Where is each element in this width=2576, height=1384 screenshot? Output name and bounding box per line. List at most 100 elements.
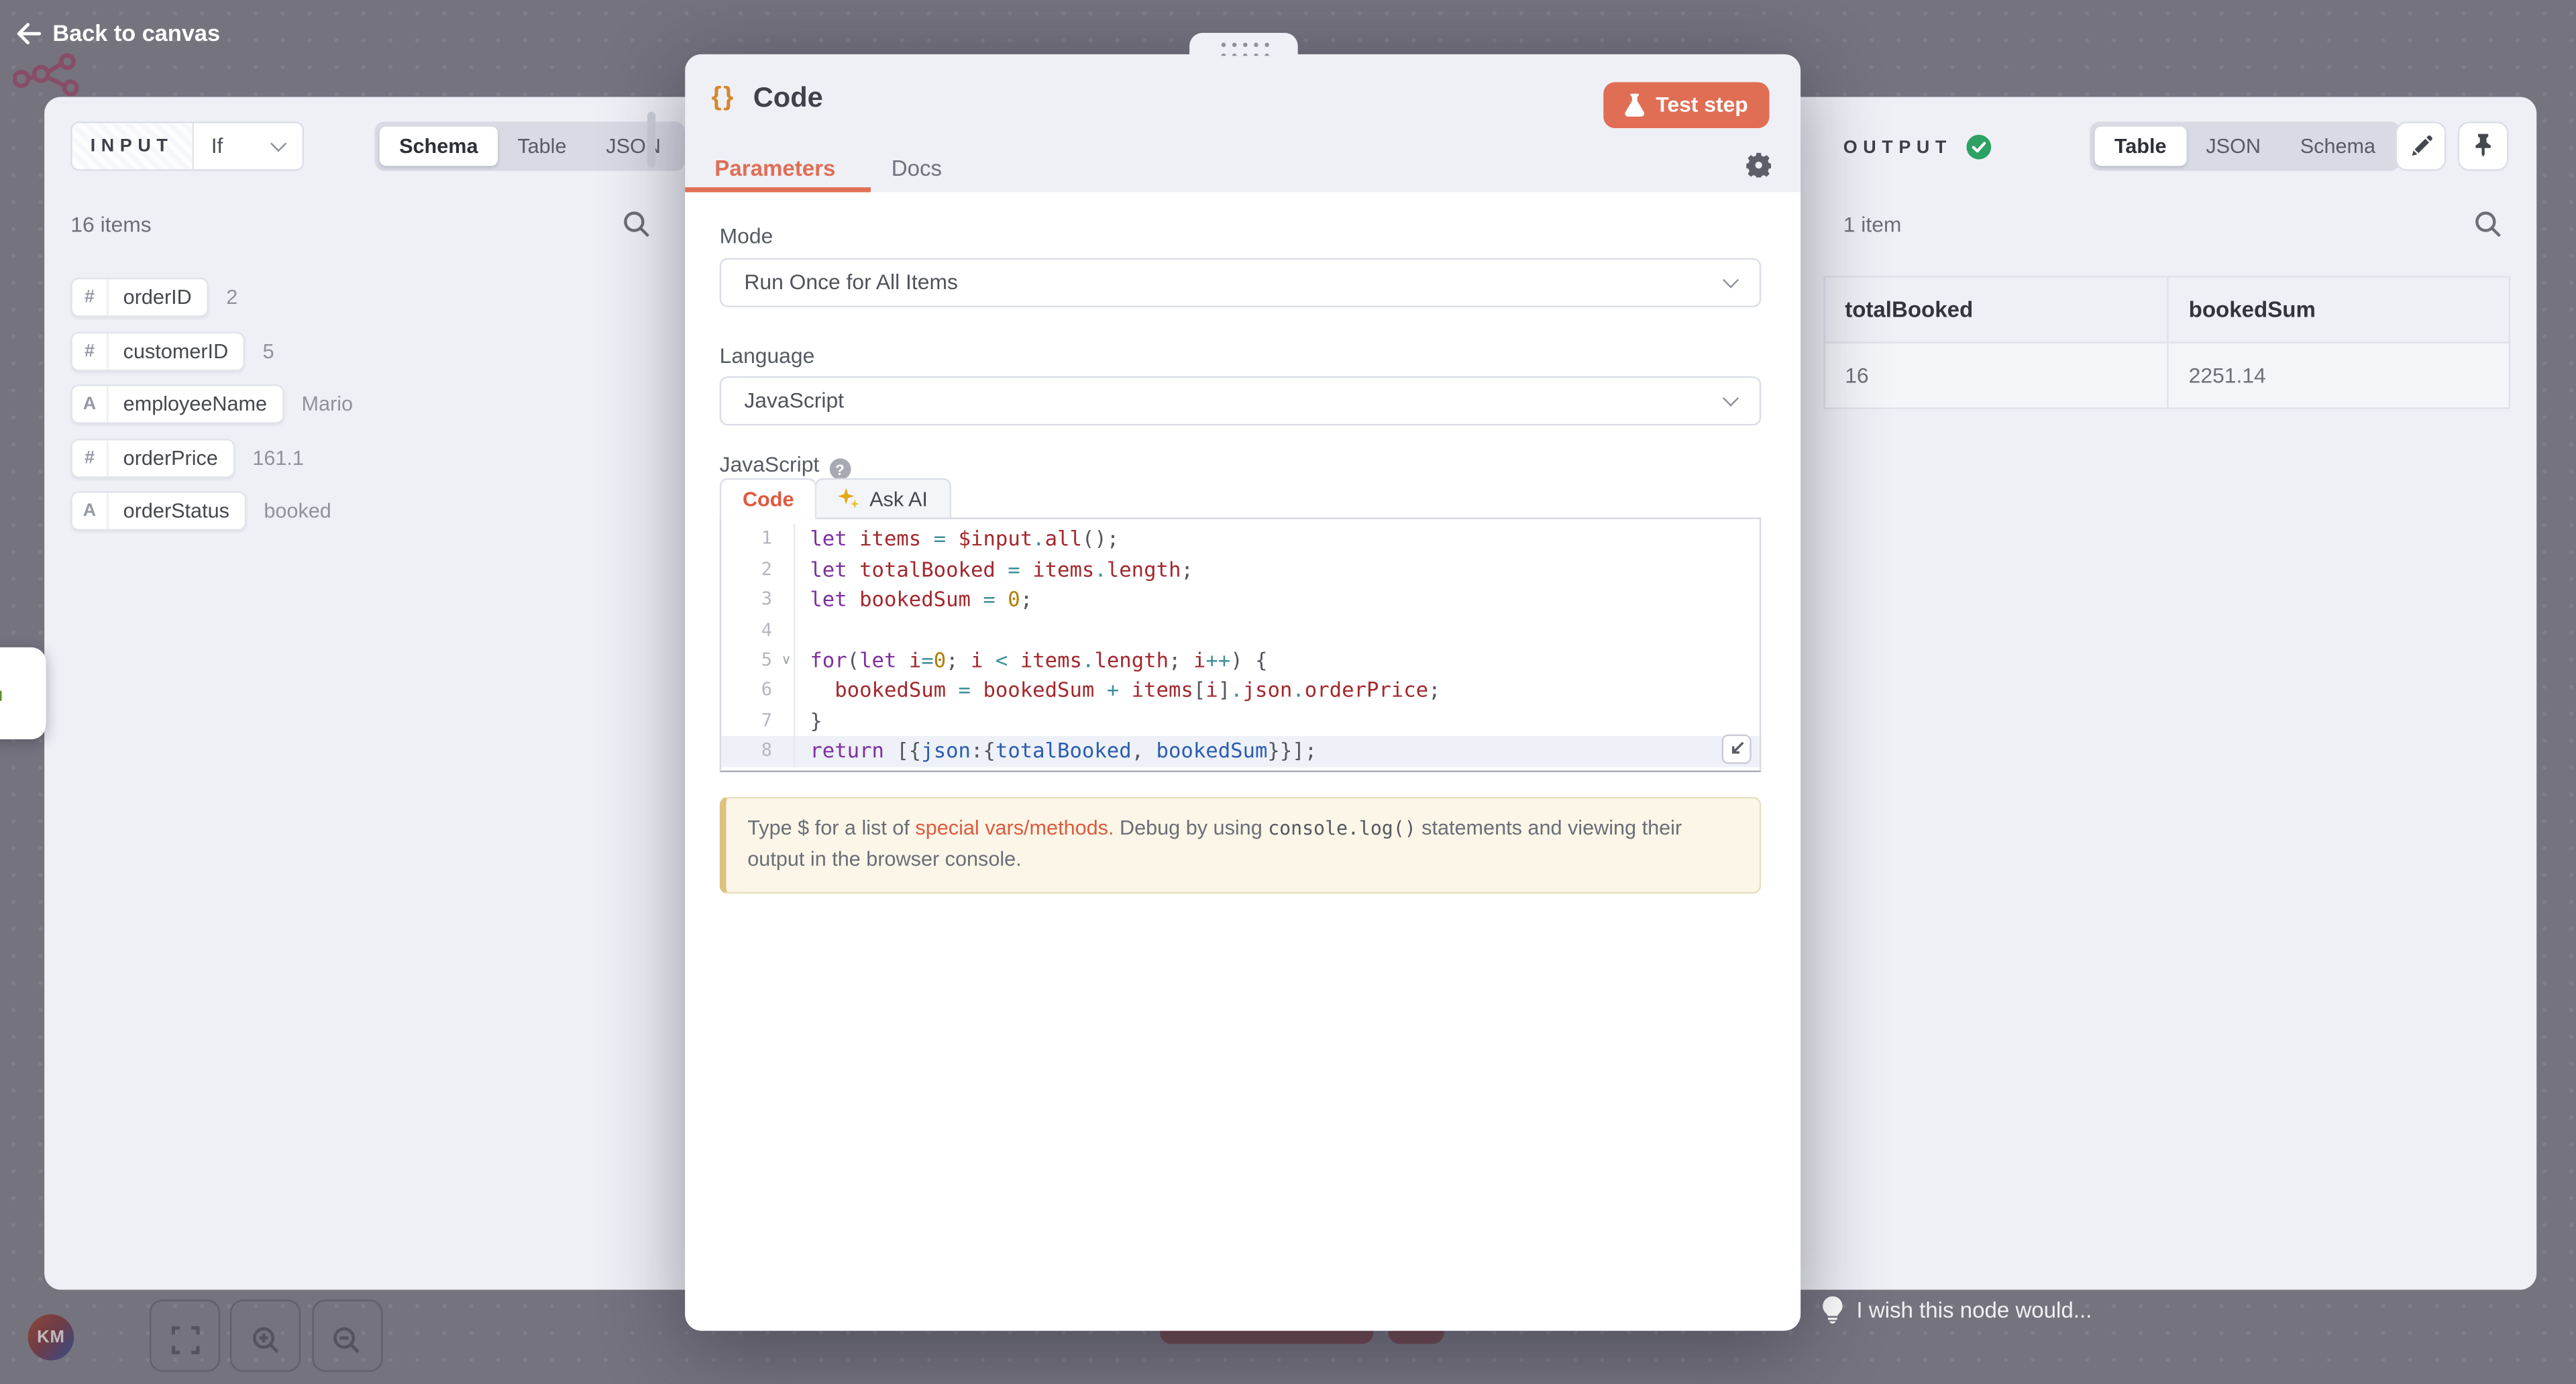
tab-code[interactable]: Code — [720, 477, 817, 518]
code-line-4[interactable]: 4 — [721, 615, 1760, 645]
line-number: 3 — [721, 585, 794, 615]
mode-select-value: Run Once for All Items — [744, 270, 958, 295]
code-line-content: let totalBooked = items.length; — [794, 555, 1193, 585]
output-edit-button[interactable] — [2396, 121, 2447, 170]
special-vars-link[interactable]: special vars/methods. — [915, 816, 1114, 839]
canvas-zoom-out-button[interactable] — [311, 1299, 382, 1372]
active-tab-underline — [685, 187, 871, 191]
output-items-count: 1 item — [1843, 212, 1902, 237]
code-line-content: return [{json:{totalBooked, bookedSum}}]… — [794, 737, 1317, 767]
canvas-fit-view-button[interactable] — [150, 1299, 220, 1372]
test-step-button[interactable]: Test step — [1603, 82, 1770, 127]
input-panel-scrollbar[interactable] — [647, 112, 655, 168]
code-line-8[interactable]: 8return [{json:{totalBooked, bookedSum}}… — [721, 737, 1760, 767]
tab-schema[interactable]: Schema — [2280, 125, 2395, 165]
fold-chevron-icon[interactable]: ∨ — [782, 646, 791, 676]
tab-json[interactable]: JSON — [586, 125, 680, 165]
table-cell: 16 — [1825, 343, 2168, 409]
tab-docs[interactable]: Docs — [892, 155, 942, 180]
line-number: 6 — [721, 676, 794, 706]
app-root: KM Back to canvas INPUT If SchemaTableJS… — [0, 0, 2576, 1384]
hint-text-pre: Type $ for a list of — [747, 816, 915, 839]
canvas-zoom-in-button[interactable] — [230, 1299, 301, 1372]
output-table: totalBookedbookedSum162251.14 — [1823, 276, 2510, 409]
lightbulb-icon — [1822, 1296, 1843, 1324]
field-type-icon: # — [72, 333, 109, 369]
help-icon[interactable]: ? — [829, 458, 851, 480]
tab-parameters[interactable]: Parameters — [714, 155, 835, 180]
language-select-value: JavaScript — [744, 388, 844, 413]
expand-icon — [1728, 741, 1744, 757]
sparkles-icon — [839, 488, 860, 509]
output-pin-button[interactable] — [2458, 121, 2509, 170]
back-to-canvas-button[interactable]: Back to canvas — [16, 19, 220, 46]
user-avatar[interactable]: KM — [28, 1314, 74, 1361]
chevron-down-icon — [1723, 390, 1739, 406]
schema-field-pill[interactable]: #orderPrice — [70, 438, 234, 478]
schema-item-customerID[interactable]: #customerID5 — [70, 331, 274, 371]
if-node-card[interactable] — [0, 647, 46, 739]
code-line-5[interactable]: 5∨for(let i=0; i < items.length; i++) { — [721, 646, 1760, 676]
modal-header: {} Code Test step Parameters Docs — [685, 54, 1801, 191]
chevron-down-icon — [270, 135, 286, 151]
fit-view-icon — [171, 1326, 199, 1354]
code-line-7[interactable]: 7} — [721, 706, 1760, 737]
zoom-out-icon — [332, 1326, 362, 1355]
code-line-3[interactable]: 3let bookedSum = 0; — [721, 585, 1760, 615]
tab-json[interactable]: JSON — [2186, 125, 2280, 165]
output-column-bookedSum: bookedSum — [2168, 277, 2510, 343]
code-line-content — [794, 615, 810, 645]
field-type-icon: # — [72, 279, 109, 315]
wish-feedback-label: I wish this node would... — [1856, 1298, 2092, 1323]
line-number: 8 — [721, 737, 794, 767]
input-node-select-value: If — [211, 133, 223, 158]
code-line-6[interactable]: 6 bookedSum = bookedSum + items[i].json.… — [721, 676, 1760, 706]
tab-ask-ai-label: Ask AI — [869, 487, 928, 510]
test-step-label: Test step — [1656, 93, 1748, 117]
schema-item-orderStatus[interactable]: AorderStatusbooked — [70, 492, 331, 531]
modal-tabs: Parameters Docs — [714, 155, 942, 180]
schema-field-pill[interactable]: AemployeeName — [70, 385, 283, 425]
field-name: orderID — [109, 279, 207, 315]
gear-icon[interactable] — [1746, 152, 1771, 177]
field-name: customerID — [109, 333, 244, 369]
schema-field-pill[interactable]: #orderID — [70, 278, 208, 317]
wish-feedback-button[interactable]: I wish this node would... — [1822, 1296, 2092, 1324]
field-value: 2 — [226, 286, 237, 309]
code-line-2[interactable]: 2let totalBooked = items.length; — [721, 555, 1760, 585]
schema-item-orderPrice[interactable]: #orderPrice 161.1 — [70, 438, 304, 478]
code-line-1[interactable]: 1let items = $input.all(); — [721, 525, 1760, 555]
back-to-canvas-label: Back to canvas — [52, 19, 220, 46]
tab-ask-ai[interactable]: Ask AI — [815, 477, 951, 518]
schema-field-pill[interactable]: #customerID — [70, 331, 244, 371]
mode-select[interactable]: Run Once for All Items — [720, 257, 1762, 306]
tab-table[interactable]: Table — [2094, 125, 2186, 165]
field-value: Mario — [302, 393, 354, 416]
input-search-icon[interactable] — [623, 210, 651, 238]
code-editor[interactable]: 1let items = $input.all();2let totalBook… — [720, 518, 1762, 772]
tab-schema[interactable]: Schema — [380, 125, 498, 165]
field-type-icon: # — [72, 440, 109, 476]
schema-item-employeeName[interactable]: AemployeeName Mario — [70, 385, 353, 425]
language-label: Language — [720, 343, 815, 368]
arrow-left-icon — [16, 22, 41, 44]
modal-drag-handle[interactable] — [1189, 33, 1297, 56]
field-value: 161.1 — [252, 447, 304, 470]
schema-field-pill[interactable]: AorderStatus — [70, 492, 246, 531]
language-select[interactable]: JavaScript — [720, 376, 1762, 425]
input-view-tabs: SchemaTableJSON — [374, 121, 685, 170]
table-cell: 2251.14 — [2168, 343, 2510, 409]
input-panel-label: INPUT — [72, 122, 193, 168]
tab-table[interactable]: Table — [498, 125, 586, 165]
schema-item-orderID[interactable]: #orderID 2 — [70, 278, 237, 317]
zoom-in-icon — [250, 1326, 280, 1355]
editor-hint: Type $ for a list of special vars/method… — [720, 796, 1762, 893]
output-search-icon[interactable] — [2474, 210, 2502, 238]
input-node-select[interactable]: If — [193, 122, 302, 168]
editor-label: JavaScript? — [720, 451, 851, 480]
code-node-modal: {} Code Test step Parameters Docs Mode — [685, 54, 1801, 1330]
line-number: 5∨ — [721, 646, 794, 676]
expand-editor-button[interactable] — [1722, 735, 1752, 764]
code-line-content: } — [794, 706, 822, 737]
output-panel-label: OUTPUT — [1843, 137, 1952, 156]
